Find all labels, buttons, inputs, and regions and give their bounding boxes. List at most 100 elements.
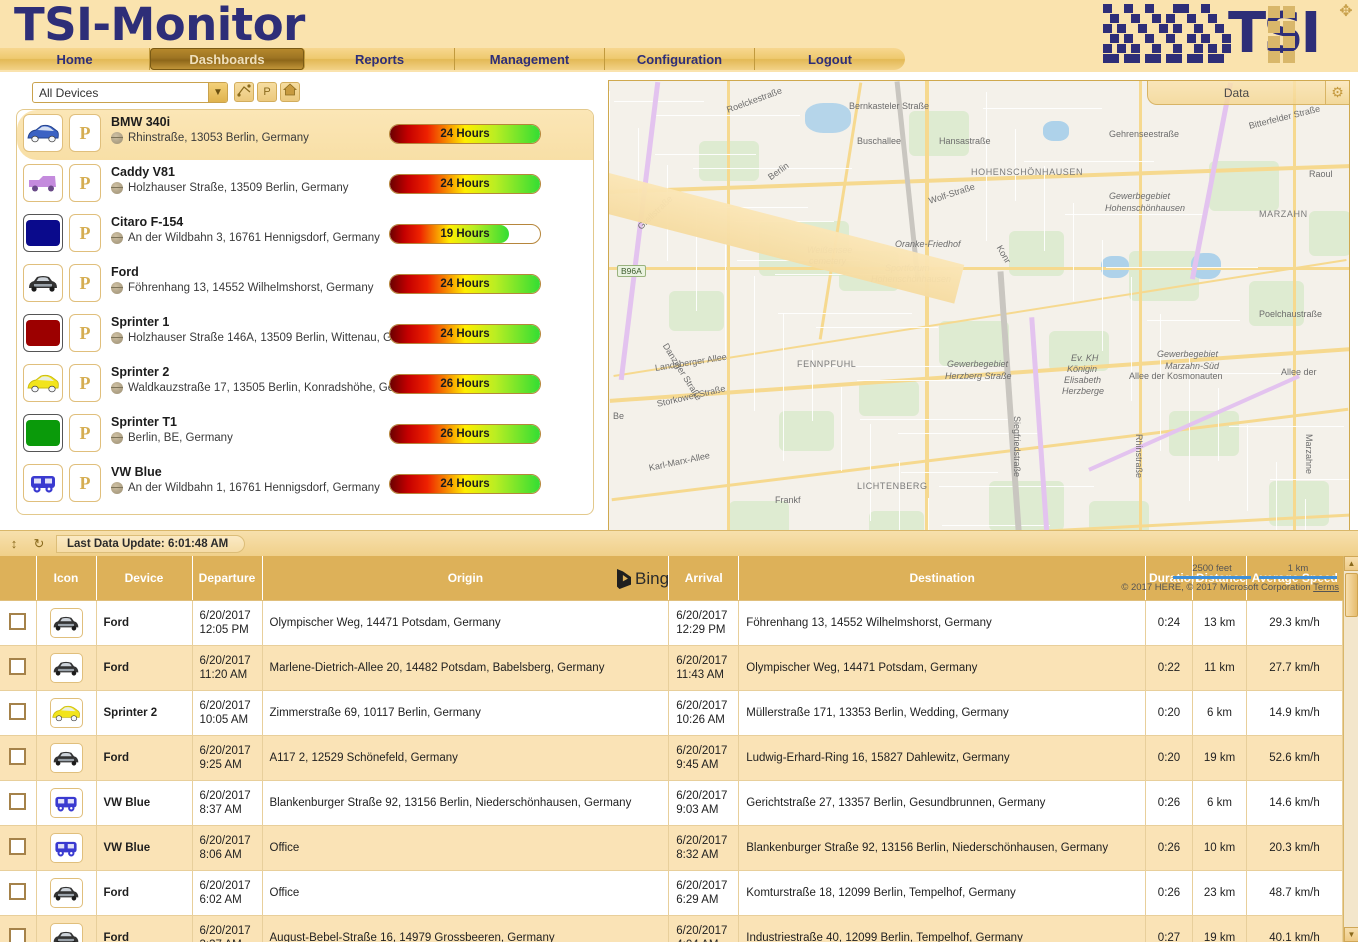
device-address-text: Rhinstraße, 13053 Berlin, Germany	[128, 132, 309, 144]
map-feature	[1043, 121, 1069, 141]
device-list[interactable]: P BMW 340i Rhinstraße, 13053 Berlin, Germa…	[16, 109, 594, 515]
row-origin: Office	[262, 870, 670, 916]
table-row[interactable]: Ford6/20/20173:37 AMAugust-Bebel-Straße …	[0, 915, 1343, 942]
scroll-thumb[interactable]	[1345, 573, 1358, 617]
device-swatch-icon[interactable]	[23, 314, 63, 352]
row-duration: 0:22	[1145, 645, 1193, 691]
nav-tab-home[interactable]: Home	[0, 48, 150, 70]
device-list-item[interactable]: P Citaro F-154 An der Wildbahn 3, 16761 He…	[17, 210, 593, 260]
device-parking-button[interactable]: P	[69, 314, 101, 352]
trips-table-container[interactable]: Icon Device Departure Origin Arrival Destinat…	[0, 556, 1358, 942]
row-checkbox[interactable]	[9, 792, 27, 810]
row-checkbox-cell[interactable]	[0, 690, 37, 736]
map-label: Herzberge	[1062, 386, 1105, 396]
row-checkbox[interactable]	[9, 927, 27, 942]
device-parking-button[interactable]: P	[69, 464, 101, 502]
table-row[interactable]: Ford 6/20/2017 11:20 AM Marlene-Dietrich-Al…	[0, 645, 1343, 691]
table-row[interactable]: Ford 6/20/2017 9:25 AM A117 2, 12529 Schöne…	[0, 735, 1343, 781]
row-origin: Blankenburger Straße 92, 13156 Berlin, N…	[262, 780, 670, 826]
map-settings-gear-icon[interactable]: ⚙	[1325, 81, 1349, 105]
table-row[interactable]: Ford 6/20/2017 6:02 AM Office 6/20/2017 6:29 …	[0, 870, 1343, 916]
row-checkbox-cell[interactable]	[0, 870, 37, 916]
row-checkbox-cell[interactable]	[0, 735, 37, 781]
device-parking-button[interactable]: P	[69, 264, 101, 302]
row-checkbox[interactable]	[9, 837, 27, 855]
device-car-icon[interactable]	[23, 364, 63, 402]
row-checkbox-cell[interactable]	[0, 645, 37, 691]
map-data-tab[interactable]: Data	[1147, 81, 1325, 105]
row-checkbox-cell[interactable]	[0, 825, 37, 871]
device-list-item[interactable]: P Sprinter 2 Waldkauzstraße 17, 13505 Berl…	[17, 360, 593, 410]
device-list-item[interactable]: P VW Blue An der Wildbahn 1, 16761 Hennigs…	[17, 460, 593, 510]
row-checkbox[interactable]	[9, 702, 27, 720]
refresh-icon[interactable]: ↻	[28, 533, 50, 555]
device-parking-button[interactable]: P	[69, 414, 101, 452]
column-header-origin[interactable]: Origin	[262, 556, 670, 601]
row-checkbox-cell[interactable]	[0, 780, 37, 826]
row-checkbox[interactable]	[9, 612, 27, 630]
device-list-item[interactable]: P Caddy V81 Holzhauser Straße, 13509 Berli…	[17, 160, 593, 210]
nav-tab-logout[interactable]: Logout	[755, 48, 905, 70]
device-swatch-icon[interactable]	[23, 414, 63, 452]
row-checkbox[interactable]	[9, 657, 27, 675]
device-parking-button[interactable]: P	[69, 214, 101, 252]
table-vertical-scrollbar[interactable]: ▲ ▼	[1343, 556, 1358, 942]
row-device: Ford	[96, 645, 193, 691]
scroll-up-button[interactable]: ▲	[1344, 556, 1358, 571]
device-filter-select[interactable]: All Devices	[32, 82, 228, 103]
device-list-item[interactable]: P Ford Föhrenhang 13, 14552 Wilhelmshorst,…	[17, 260, 593, 310]
table-row[interactable]: Ford 6/20/2017 12:05 PM Olympischer Weg, 14…	[0, 600, 1343, 646]
device-list-item[interactable]: P Sprinter T1 Berlin, BE, Germany 26 Hours	[17, 410, 593, 460]
nav-tab-dashboards[interactable]: Dashboards	[150, 48, 305, 70]
nav-tab-reports[interactable]: Reports	[305, 48, 455, 70]
device-bus-icon[interactable]	[23, 464, 63, 502]
column-header-icon[interactable]: Icon	[36, 556, 97, 601]
expand-icon[interactable]: ✥	[1336, 2, 1356, 22]
row-checkbox-cell[interactable]	[0, 600, 37, 646]
row-average-speed: 27.7 km/h	[1246, 645, 1343, 691]
row-average-speed: 20.3 km/h	[1246, 825, 1343, 871]
row-arrival: 6/20/2017 10:26 AM	[668, 690, 740, 736]
column-header-check[interactable]	[0, 556, 37, 601]
map-canvas[interactable]: Roelckestraße Bernkasteler Straße Buschall…	[609, 81, 1349, 597]
row-duration: 0:26	[1145, 780, 1193, 826]
logo-dot	[1110, 14, 1119, 23]
device-swatch-icon[interactable]	[23, 214, 63, 252]
row-checkbox-cell[interactable]	[0, 915, 37, 942]
column-header-arrival[interactable]: Arrival	[668, 556, 740, 601]
hours-progress: 24 Hours	[389, 174, 541, 194]
home-icon[interactable]	[280, 82, 300, 102]
device-parking-button[interactable]: P	[69, 364, 101, 402]
expand-collapse-icon[interactable]: ↕	[3, 533, 25, 555]
column-header-device[interactable]: Device	[96, 556, 193, 601]
nav-tab-management[interactable]: Management	[455, 48, 605, 70]
globe-icon	[111, 432, 123, 444]
device-van-icon[interactable]	[23, 164, 63, 202]
column-header-destination[interactable]: Destination	[738, 556, 1146, 601]
table-row[interactable]: VW Blue 6/20/2017 8:37 AM Blankenburger Str…	[0, 780, 1343, 826]
tsi-monitor-app: TSI-Monitor TSI ✥ Home Dashboards Reports M…	[0, 0, 1358, 942]
trip-route-icon[interactable]	[234, 82, 254, 102]
terms-link[interactable]: Terms	[1313, 582, 1339, 593]
device-car-front-icon[interactable]	[23, 264, 63, 302]
device-parking-button[interactable]: P	[69, 114, 101, 152]
row-departure-date: 6/20/2017	[199, 834, 251, 847]
map-panel[interactable]: Roelckestraße Bernkasteler Straße Buschall…	[608, 80, 1350, 598]
scroll-down-button[interactable]: ▼	[1344, 927, 1358, 942]
row-checkbox[interactable]	[9, 747, 27, 765]
device-address-text: An der Wildbahn 1, 16761 Hennigsdorf, Ge…	[128, 482, 380, 494]
column-header-departure[interactable]: Departure	[192, 556, 263, 601]
row-car-front-icon	[49, 652, 83, 683]
device-parking-button[interactable]: P	[69, 164, 101, 202]
map-feature	[860, 419, 1016, 420]
parking-icon[interactable]: P	[257, 82, 277, 102]
table-row[interactable]: Sprinter 2 6/20/2017 10:05 AM Zimmerstraße …	[0, 690, 1343, 736]
globe-icon	[111, 282, 123, 294]
device-car-icon[interactable]	[23, 114, 63, 152]
nav-tab-configuration[interactable]: Configuration	[605, 48, 755, 70]
row-checkbox[interactable]	[9, 882, 27, 900]
chevron-down-icon[interactable]: ▼	[208, 83, 227, 102]
table-row[interactable]: VW Blue 6/20/2017 8:06 AM Office 6/20/2017 8:…	[0, 825, 1343, 871]
device-list-item[interactable]: P BMW 340i Rhinstraße, 13053 Berlin, Germa…	[17, 110, 593, 160]
device-list-item[interactable]: P Sprinter 1 Holzhauser Straße 146A, 13509…	[17, 310, 593, 360]
